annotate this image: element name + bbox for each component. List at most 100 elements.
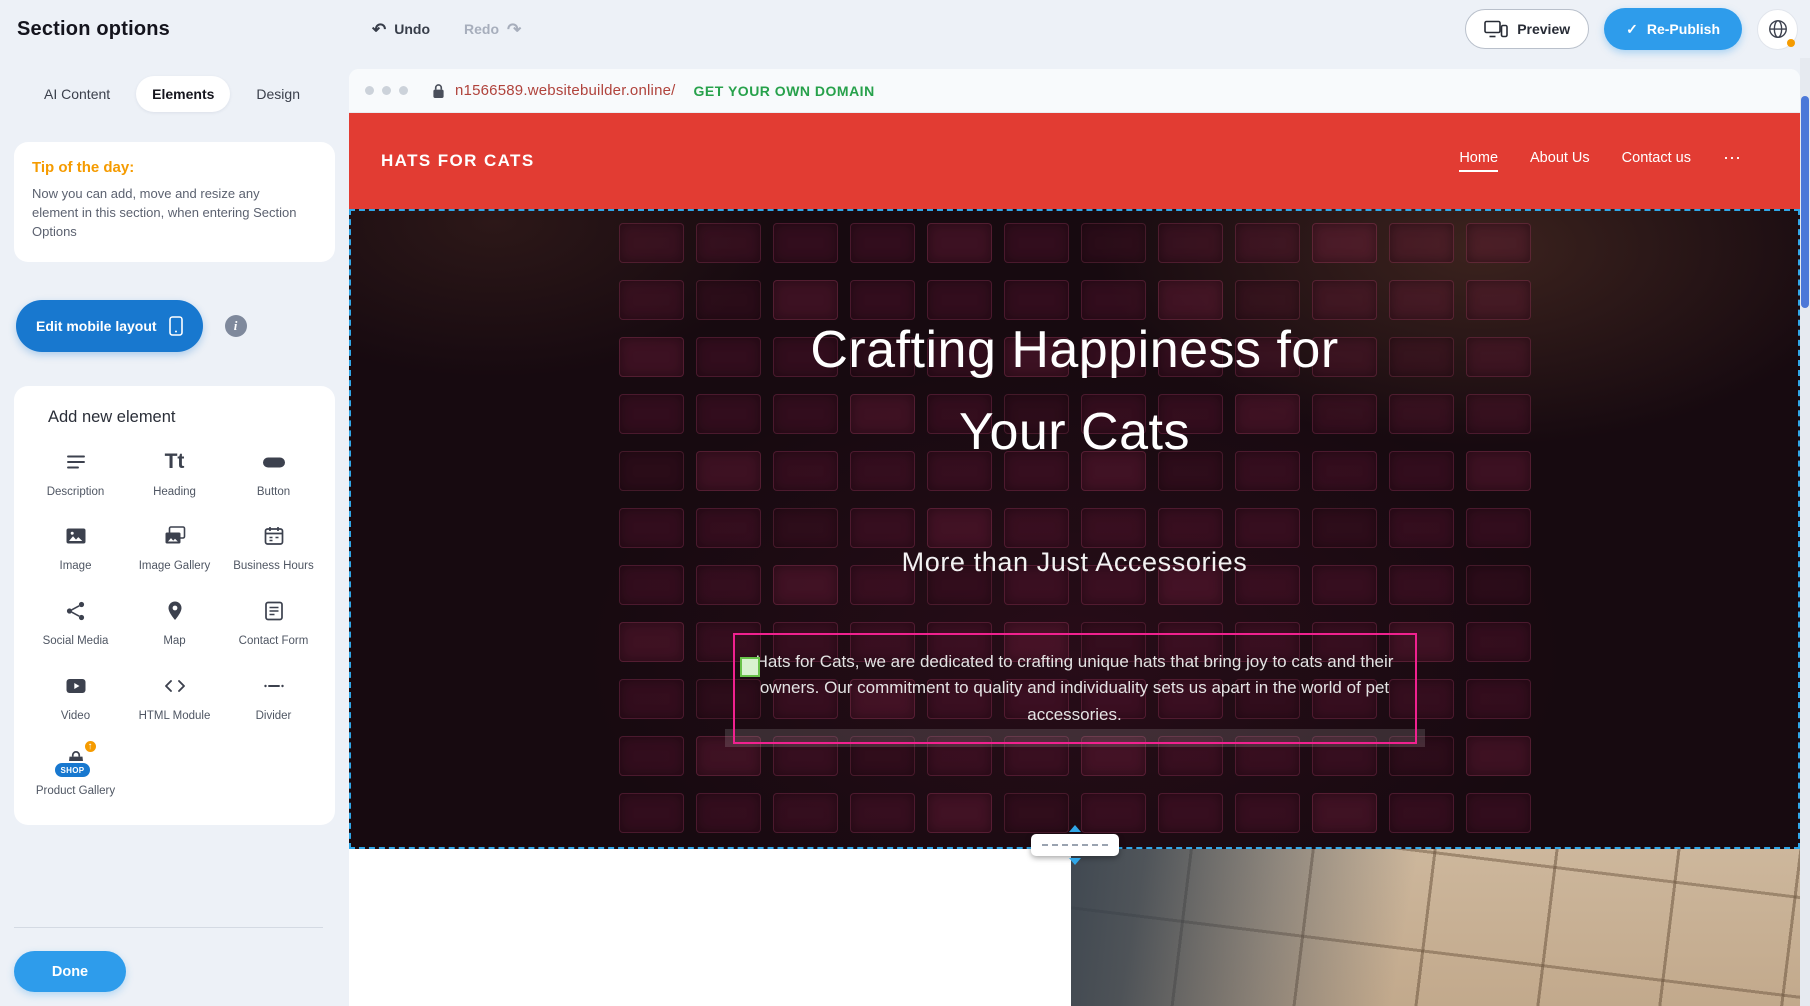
- tile: [1004, 223, 1069, 263]
- tile: [1081, 508, 1146, 548]
- editor-canvas: n1566589.websitebuilder.online/ GET YOUR…: [349, 69, 1800, 1006]
- tile: [850, 508, 915, 548]
- sidebar-divider: [14, 927, 323, 928]
- element-html-module[interactable]: HTML Module: [125, 671, 224, 724]
- tile: [850, 223, 915, 263]
- republish-button[interactable]: ✓ Re-Publish: [1604, 8, 1742, 50]
- topbar-actions: Preview ✓ Re-Publish: [1465, 0, 1798, 58]
- add-new-element-card: Add new element Description Tt Heading: [14, 386, 335, 826]
- resize-arrow-up-icon: [1069, 825, 1081, 832]
- element-social-media[interactable]: Social Media: [26, 596, 125, 649]
- tile: [619, 793, 684, 833]
- hero-section[interactable]: Crafting Happiness for Your Cats More th…: [349, 209, 1800, 849]
- phone-icon: [169, 316, 183, 336]
- tile: [1312, 223, 1377, 263]
- image-icon: [63, 521, 89, 551]
- pavement-photo: [1071, 849, 1800, 1006]
- redo-icon: ↷: [507, 21, 521, 38]
- element-label: Divider: [256, 709, 292, 724]
- element-label: Video: [61, 709, 90, 724]
- tile: [619, 679, 684, 719]
- scrollbar-thumb[interactable]: [1801, 96, 1809, 308]
- done-button[interactable]: Done: [14, 951, 126, 992]
- element-description[interactable]: Description: [26, 447, 125, 500]
- info-icon[interactable]: i: [225, 315, 247, 337]
- nav-contact-us[interactable]: Contact us: [1622, 150, 1691, 172]
- element-video[interactable]: Video: [26, 671, 125, 724]
- devices-icon: [1484, 20, 1508, 38]
- social-media-icon: [64, 596, 88, 626]
- hero-title-line-1: Crafting Happiness for: [349, 309, 1800, 391]
- element-image[interactable]: Image: [26, 521, 125, 574]
- section-resize-handle[interactable]: [1031, 825, 1119, 865]
- site-header: HATS FOR CATS Home About Us Contact us ⋯: [349, 113, 1800, 209]
- tile: [1158, 793, 1223, 833]
- element-business-hours[interactable]: Business Hours: [224, 521, 323, 574]
- add-new-element-title: Add new element: [48, 408, 323, 427]
- redo-button[interactable]: Redo ↷: [464, 21, 521, 38]
- tile: [1158, 508, 1223, 548]
- hero-title[interactable]: Crafting Happiness for Your Cats: [349, 309, 1800, 473]
- tile: [773, 793, 838, 833]
- contact-form-icon: [262, 596, 286, 626]
- element-contact-form[interactable]: Contact Form: [224, 596, 323, 649]
- tab-ai-content[interactable]: AI Content: [28, 76, 126, 112]
- preview-button[interactable]: Preview: [1465, 9, 1589, 49]
- product-gallery-icon: SHOP ↑: [63, 746, 89, 776]
- element-image-gallery[interactable]: Image Gallery: [125, 521, 224, 574]
- republish-label: Re-Publish: [1647, 21, 1720, 37]
- undo-button[interactable]: ↶ Undo: [372, 21, 430, 38]
- tile: [927, 793, 992, 833]
- window-dot: [382, 86, 391, 95]
- element-product-gallery[interactable]: SHOP ↑ Product Gallery: [26, 746, 125, 799]
- element-label: Heading: [153, 485, 196, 500]
- divider-icon: [261, 671, 287, 701]
- hero-title-line-2: Your Cats: [349, 391, 1800, 473]
- element-heading[interactable]: Tt Heading: [125, 447, 224, 500]
- tile: [1389, 508, 1454, 548]
- tile: [696, 508, 761, 548]
- element-map[interactable]: Map: [125, 596, 224, 649]
- element-label: HTML Module: [139, 709, 211, 724]
- tile: [1466, 622, 1531, 662]
- tile: [1312, 793, 1377, 833]
- page-scrollbar[interactable]: [1800, 58, 1810, 1006]
- nav-home[interactable]: Home: [1459, 150, 1498, 172]
- element-drag-handle[interactable]: [740, 657, 760, 677]
- tip-body: Now you can add, move and resize any ele…: [32, 185, 302, 242]
- hero-subtitle[interactable]: More than Just Accessories: [349, 547, 1800, 578]
- next-section-blank-area: [349, 849, 1071, 1006]
- element-label: Image: [60, 559, 92, 574]
- lock-icon: [432, 83, 445, 99]
- nav-more-icon[interactable]: ⋯: [1723, 148, 1742, 175]
- tip-of-the-day-card: Tip of the day: Now you can add, move an…: [14, 142, 335, 262]
- page-title: Section options: [17, 18, 170, 41]
- tile: [1235, 223, 1300, 263]
- tile: [1235, 793, 1300, 833]
- tile: [696, 223, 761, 263]
- tip-title: Tip of the day:: [32, 159, 317, 176]
- undo-label: Undo: [394, 21, 430, 37]
- globe-icon: [1767, 18, 1789, 40]
- tab-design[interactable]: Design: [240, 76, 316, 112]
- window-dot: [365, 86, 374, 95]
- get-domain-link[interactable]: GET YOUR OWN DOMAIN: [694, 83, 875, 99]
- history-controls: ↶ Undo Redo ↷: [372, 0, 521, 58]
- nav-about-us[interactable]: About Us: [1530, 150, 1590, 172]
- element-button[interactable]: Button: [224, 447, 323, 500]
- selected-paragraph-element[interactable]: Hats for Cats, we are dedicated to craft…: [733, 633, 1417, 744]
- element-grid: Description Tt Heading Button: [26, 447, 323, 800]
- resize-dash-line: [1042, 844, 1108, 846]
- edit-mobile-layout-button[interactable]: Edit mobile layout: [16, 300, 203, 352]
- element-label: Business Hours: [233, 559, 314, 574]
- language-globe-button[interactable]: [1757, 9, 1798, 50]
- site-logo[interactable]: HATS FOR CATS: [381, 151, 535, 171]
- window-controls: [365, 86, 408, 95]
- tile: [773, 223, 838, 263]
- tile: [927, 508, 992, 548]
- site-url: n1566589.websitebuilder.online/: [455, 82, 676, 99]
- element-divider[interactable]: Divider: [224, 671, 323, 724]
- heading-icon: Tt: [165, 447, 185, 477]
- tab-elements[interactable]: Elements: [136, 76, 230, 112]
- tile: [773, 508, 838, 548]
